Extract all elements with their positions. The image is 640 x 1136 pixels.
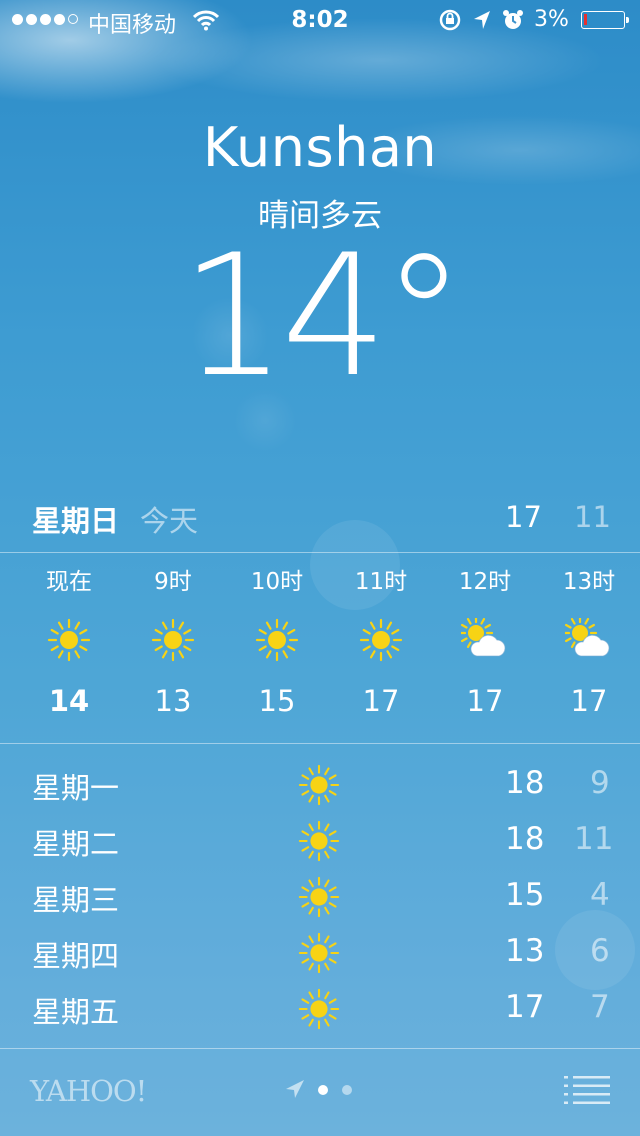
hour-temperature: 17 [466,684,504,718]
day-name: 星期二 [32,827,120,861]
sun-icon [298,764,340,806]
page-indicator-dot[interactable] [318,1085,328,1095]
hour-temperature: 15 [258,684,296,718]
partly-cloudy-icon [565,618,610,657]
footer-toolbar: YAHOO! [0,1050,640,1136]
day-high: 18 [505,821,545,857]
hour-temperature: 14 [48,684,90,718]
city-list-icon[interactable] [564,1075,610,1105]
yahoo-logo[interactable]: YAHOO! [30,1074,147,1108]
hourly-item: 9时 13 [121,566,225,726]
hour-label: 12时 [458,569,512,595]
today-high: 17 [505,500,542,534]
page-indicator-dot[interactable] [342,1085,352,1095]
today-summary: 星期日 今天 17 11 [0,496,640,544]
day-low: 7 [590,989,610,1025]
hourly-item: 13时 17 [537,566,640,726]
hour-temperature: 13 [154,684,192,718]
partly-cloudy-icon [461,618,506,657]
today-label: 今天 [140,504,199,538]
location-arrow-icon[interactable] [284,1078,306,1100]
battery-percent: 3% [534,7,569,32]
hour-label: 10时 [250,569,304,595]
rotation-lock-icon [439,9,461,31]
hour-label: 13时 [562,569,616,595]
day-name: 星期四 [32,939,120,973]
battery-level-fill [584,14,587,25]
hour-temperature: 17 [362,684,400,718]
hourly-item: 12时 17 [433,566,537,726]
day-low: 4 [590,877,610,913]
day-name: 星期五 [32,995,120,1029]
daily-row: 星期四 13 6 [0,926,640,982]
hour-label: 现在 [46,569,92,595]
day-high: 17 [505,989,545,1025]
day-low: 9 [590,765,610,801]
sun-icon [298,988,340,1030]
today-low: 11 [574,500,611,534]
status-bar: 中国移动 8:02 3% [0,0,640,40]
daily-row: 星期二 18 11 [0,814,640,870]
hour-label: 11时 [354,569,408,595]
alarm-clock-icon [503,10,523,29]
current-temperature: 14° [180,218,466,414]
sun-icon [151,618,195,662]
daily-forecast[interactable]: 星期一 18 9 星期二 18 11 星期三 15 4 星期四 13 6 星期五… [0,758,640,1038]
sun-icon [298,932,340,974]
city-name: Kunshan [202,116,438,179]
divider [0,1048,640,1049]
hourly-item: 现在 14 [17,566,121,726]
battery-icon [581,11,629,29]
day-high: 15 [505,877,545,913]
sun-icon [298,876,340,918]
day-high: 13 [505,933,545,969]
day-name: 星期三 [32,883,120,917]
day-high: 18 [505,765,545,801]
sun-icon [298,820,340,862]
daily-row: 星期一 18 9 [0,758,640,814]
hourly-item: 11时 17 [329,566,433,726]
divider [0,743,640,744]
day-low: 6 [590,933,610,969]
sun-icon [47,618,91,662]
hour-label: 9时 [154,569,192,595]
hour-temperature: 17 [570,684,608,718]
day-name: 星期一 [32,771,120,805]
today-day-name: 星期日 [32,504,120,538]
day-low: 11 [574,821,614,857]
hourly-forecast[interactable]: 现在 14 9时 13 10时 15 11时 17 12时 17 13时 17 [17,566,640,726]
daily-row: 星期五 17 7 [0,982,640,1038]
hourly-item: 10时 15 [225,566,329,726]
divider [0,552,640,553]
location-arrow-icon [474,11,490,29]
daily-row: 星期三 15 4 [0,870,640,926]
sun-icon [359,618,403,662]
sun-icon [255,618,299,662]
